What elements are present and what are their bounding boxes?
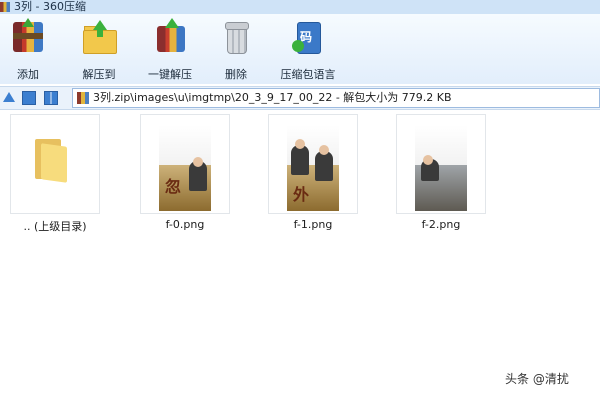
add-label: 添加	[17, 68, 39, 81]
path-field[interactable]: 3列.zip\images\u\imgtmp\20_3_9_17_00_22 -…	[72, 88, 600, 108]
title-bar: 3列 - 360压缩	[0, 0, 600, 14]
image-thumbnail: 忽	[159, 125, 211, 211]
watermark: 头条 @清扰	[505, 372, 569, 386]
view-icon[interactable]	[22, 91, 36, 105]
add-archive-icon	[11, 18, 45, 54]
extract-folder-icon	[82, 20, 117, 54]
folder-icon	[35, 139, 71, 183]
file-name: f-1.png	[293, 218, 333, 231]
window-title: 3列 - 360压缩	[14, 0, 86, 13]
path-text: 3列.zip\images\u\imgtmp\20_3_9_17_00_22 -…	[93, 91, 452, 104]
file-list: .. (上级目录) 忽 f-0.png 外 f-1.png f-2.png	[0, 110, 600, 400]
zip-icon	[77, 92, 89, 104]
image-thumbnail	[415, 125, 467, 211]
file-name: f-2.png	[421, 218, 461, 231]
thumbnail-frame	[396, 114, 486, 214]
delete-label: 删除	[225, 68, 247, 81]
file-item-parent[interactable]: .. (上级目录)	[10, 114, 102, 238]
address-bar: 3列.zip\images\u\imgtmp\20_3_9_17_00_22 -…	[0, 86, 600, 110]
file-name: f-0.png	[165, 218, 205, 231]
one-click-extract-label: 一键解压	[148, 68, 192, 81]
toolbar: 添加 解压到 一键解压 删除 码 压缩包语言	[0, 14, 600, 84]
thumbnail-frame: 外	[268, 114, 358, 214]
image-thumbnail: 外	[287, 125, 339, 211]
thumbnail-view-icon[interactable]	[44, 91, 58, 105]
app-icon	[0, 2, 10, 12]
add-button[interactable]: 添加	[8, 18, 48, 82]
delete-button[interactable]: 删除	[218, 20, 254, 82]
thumbnail-frame: 忽	[140, 114, 230, 214]
language-label: 压缩包语言	[280, 68, 336, 81]
file-name: .. (上级目录)	[23, 220, 87, 233]
one-click-extract-button[interactable]: 一键解压	[146, 18, 194, 82]
extract-to-label: 解压到	[82, 68, 116, 81]
file-item[interactable]: f-2.png	[396, 114, 488, 238]
file-item[interactable]: 忽 f-0.png	[140, 114, 232, 238]
trash-icon	[219, 20, 253, 54]
extract-to-button[interactable]: 解压到	[78, 20, 120, 82]
language-button[interactable]: 码 压缩包语言	[280, 20, 336, 82]
thumbnail-frame	[10, 114, 100, 214]
file-item[interactable]: 外 f-1.png	[268, 114, 360, 238]
language-book-icon: 码	[291, 20, 325, 54]
up-arrow-icon[interactable]	[2, 91, 16, 105]
one-click-extract-icon	[153, 18, 187, 54]
